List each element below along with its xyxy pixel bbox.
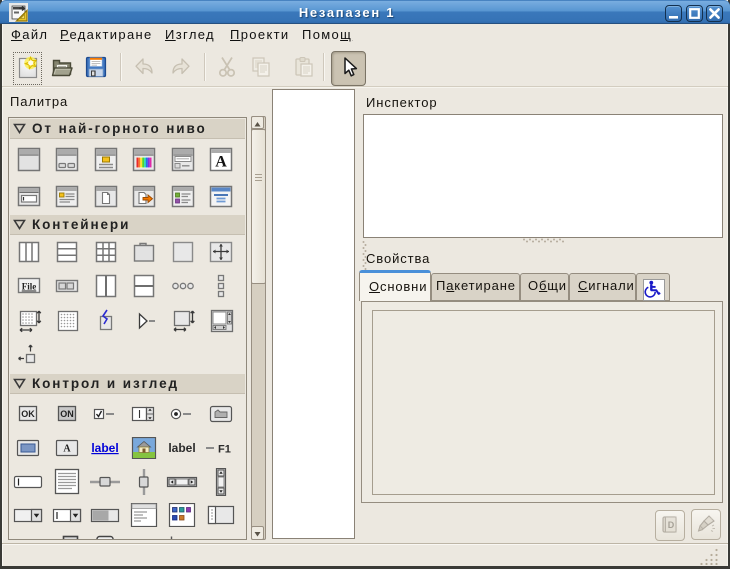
svg-text:D: D bbox=[668, 520, 675, 530]
svg-text:label: label bbox=[168, 441, 195, 455]
svg-text:label: label bbox=[91, 441, 118, 455]
svg-text:A: A bbox=[215, 154, 227, 171]
svg-text:File: File bbox=[22, 282, 37, 292]
svg-text:ON: ON bbox=[60, 409, 74, 419]
svg-text:OK: OK bbox=[21, 409, 35, 419]
svg-text:A: A bbox=[63, 444, 71, 455]
svg-text:F1: F1 bbox=[218, 444, 231, 456]
